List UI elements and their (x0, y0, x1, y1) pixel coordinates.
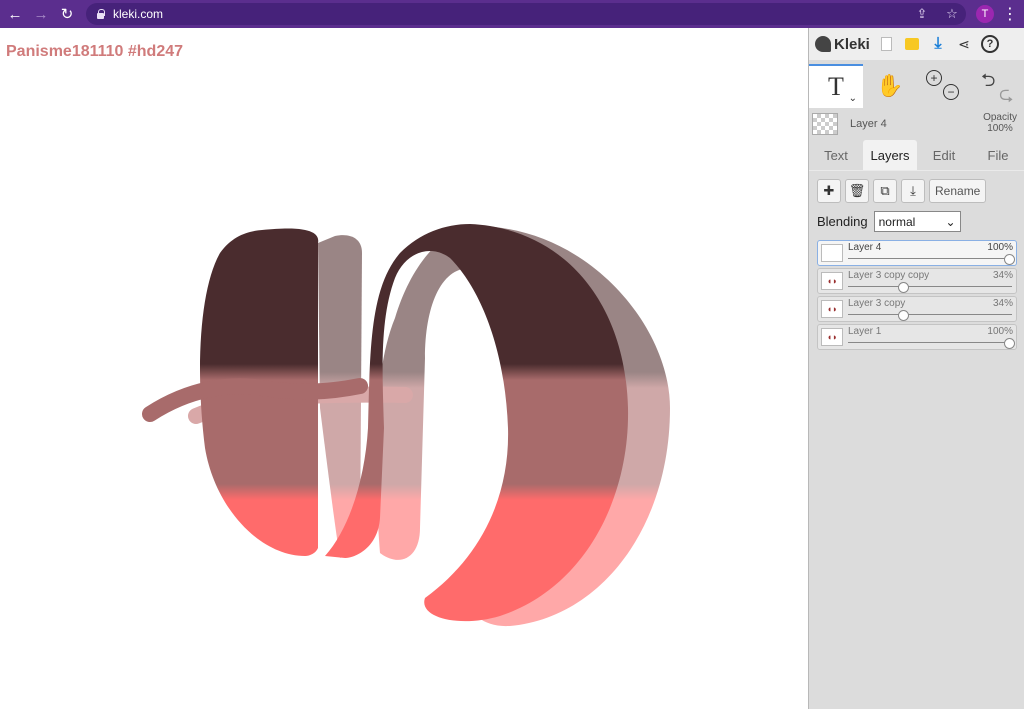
opacity-slider-handle[interactable] (898, 282, 910, 293)
back-arrow-icon[interactable]: ← (4, 3, 26, 25)
blending-row: Blending normal ⌄ (817, 211, 961, 232)
add-layer-button[interactable]: ✚ (817, 179, 841, 203)
tab-edit[interactable]: Edit (917, 140, 971, 170)
star-icon[interactable]: ☆ (940, 2, 964, 26)
layer-name: Layer 3 copy copy (848, 270, 930, 281)
tab-file[interactable]: File (971, 140, 1024, 170)
download-icon[interactable]: ⤓ (925, 28, 951, 60)
layer-opacity: 34% (992, 298, 1013, 309)
kleki-logo-icon (815, 36, 831, 52)
layer-thumbnail: ◖◗ (821, 328, 843, 346)
forward-arrow-icon[interactable]: → (30, 3, 52, 25)
canvas-text-title: Panisme181110 #hd247 (6, 43, 184, 60)
tab-layers[interactable]: Layers (863, 140, 917, 170)
tab-text[interactable]: Text (809, 140, 863, 170)
menu-dots-icon[interactable]: ⋮ (1002, 4, 1018, 24)
chevron-down-icon: ⌄ (945, 214, 956, 229)
layer-name: Layer 4 (848, 242, 882, 253)
share-icon[interactable]: ⇪ (910, 2, 934, 26)
open-folder-icon[interactable] (899, 28, 925, 60)
layer-item[interactable]: ◖◗ Layer 1 100% (817, 324, 1017, 350)
layer-list: Layer 4 100% ◖◗ Layer 3 copy copy 34% ◖◗… (817, 240, 1017, 352)
chevron-down-icon[interactable]: ⌄ (849, 93, 857, 104)
layer-name: Layer 1 (848, 326, 882, 337)
layer-name: Layer 3 copy (848, 298, 906, 309)
layer-item[interactable]: ◖◗ Layer 3 copy copy 34% (817, 268, 1017, 294)
artwork[interactable] (0, 28, 808, 709)
opacity-label: Opacity (983, 112, 1017, 123)
hand-tool-button[interactable]: ✋ (863, 64, 917, 108)
layer-thumbnail: ◖◗ (821, 272, 843, 290)
zoom-buttons: + − (917, 64, 971, 108)
hand-icon: ✋ (876, 73, 904, 98)
zoom-in-icon[interactable]: + (926, 70, 942, 86)
opacity-slider-track[interactable] (848, 342, 1012, 343)
layers-tab-content: ✚ 🗑 ⧉ ⤓ Rename Blending normal ⌄ Layer 4… (809, 170, 1024, 709)
opacity-slider-handle[interactable] (1003, 254, 1015, 265)
layer-opacity: 34% (992, 270, 1013, 281)
delete-layer-button[interactable]: 🗑 (845, 179, 869, 203)
blending-value: normal (878, 214, 916, 229)
help-icon[interactable]: ? (977, 28, 1003, 60)
layer-opacity: 100% (987, 326, 1013, 337)
layer-item[interactable]: Layer 4 100% (817, 240, 1017, 266)
current-layer-opacity: Opacity 100% (983, 112, 1017, 134)
lock-icon (96, 9, 105, 19)
side-panel: Kleki ⤓ ⋖ ? T ⌄ ✋ + − ⮌ ⮎ Layer 4 Opacit… (808, 28, 1024, 709)
address-bar[interactable]: kleki.com (86, 3, 966, 25)
current-layer-name: Layer 4 (850, 118, 887, 130)
new-image-icon[interactable] (873, 28, 899, 60)
share-icon[interactable]: ⋖ (951, 28, 977, 60)
current-layer-thumbnail (812, 113, 838, 135)
opacity-slider-track[interactable] (848, 258, 1012, 259)
current-layer-status: Layer 4 Opacity 100% (809, 110, 1024, 138)
zoom-out-icon[interactable]: − (943, 84, 959, 100)
layer-thumbnail: ◖◗ (821, 300, 843, 318)
undo-redo-buttons: ⮌ ⮎ (971, 64, 1024, 108)
undo-icon[interactable]: ⮌ (981, 68, 995, 98)
opacity-slider-handle[interactable] (1003, 338, 1015, 349)
url-text: kleki.com (113, 7, 164, 21)
opacity-value: 100% (987, 123, 1013, 134)
text-tool-button[interactable]: T ⌄ (809, 64, 863, 108)
kleki-logo[interactable]: Kleki (809, 28, 873, 60)
blending-select[interactable]: normal ⌄ (873, 211, 961, 232)
redo-icon[interactable]: ⮎ (999, 82, 1013, 112)
drawing-canvas[interactable]: Panisme181110 #hd247 (0, 28, 808, 709)
layer-opacity: 100% (987, 242, 1013, 253)
blending-label: Blending (817, 214, 868, 229)
avatar[interactable]: T (976, 5, 994, 23)
opacity-slider-track[interactable] (848, 286, 1012, 287)
merge-layer-button[interactable]: ⤓ (901, 179, 925, 203)
layer-item[interactable]: ◖◗ Layer 3 copy 34% (817, 296, 1017, 322)
layer-thumbnail (821, 244, 843, 262)
opacity-slider-handle[interactable] (898, 310, 910, 321)
panel-tabs: Text Layers Edit File (809, 140, 1024, 170)
browser-actions: ⇪ ☆ T ⋮ (910, 0, 1024, 28)
reload-icon[interactable]: ↻ (56, 3, 78, 25)
tool-row: T ⌄ ✋ + − ⮌ ⮎ (809, 64, 1024, 108)
browser-toolbar: ← → ↻ kleki.com ⇪ ☆ T ⋮ (0, 0, 1024, 28)
logo-text: Kleki (834, 35, 870, 53)
duplicate-layer-button[interactable]: ⧉ (873, 179, 897, 203)
text-tool-icon: T (828, 72, 844, 101)
rename-button[interactable]: Rename (929, 179, 987, 203)
opacity-slider-track[interactable] (848, 314, 1012, 315)
panel-header: Kleki ⤓ ⋖ ? (809, 28, 1024, 60)
layer-actions: ✚ 🗑 ⧉ ⤓ Rename (817, 179, 987, 203)
